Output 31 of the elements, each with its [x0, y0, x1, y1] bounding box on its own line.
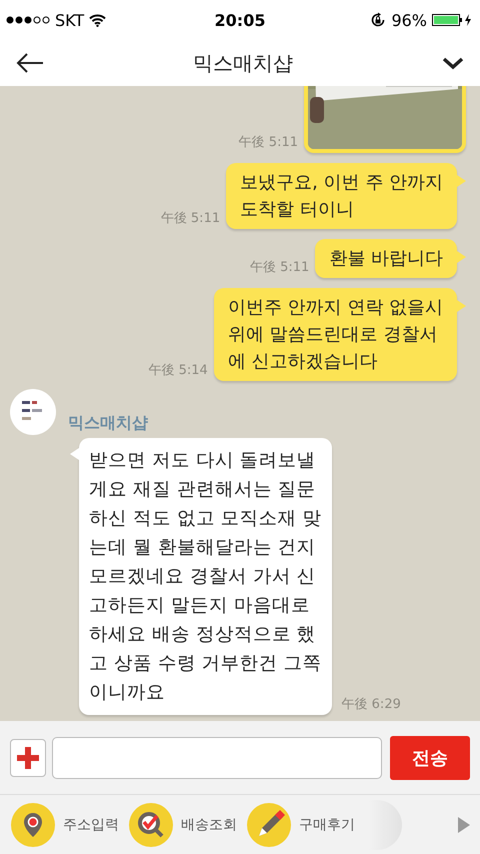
message-time: 午後 5:11: [238, 134, 298, 152]
magnifier-check-icon: [128, 802, 174, 848]
next-button[interactable]: [458, 816, 470, 832]
menu-item[interactable]: 배송조회: [128, 802, 246, 848]
location-pin-icon: [10, 802, 56, 848]
rotation-lock-icon: [370, 12, 386, 28]
chat-title: 믹스매치샵: [192, 50, 294, 76]
message-time: 午後 5:14: [148, 362, 208, 380]
plus-icon: [16, 746, 40, 770]
menu-item[interactable]: 주소입력: [10, 802, 128, 848]
clock-time: 20:05: [214, 10, 266, 30]
message-input[interactable]: [52, 736, 382, 778]
triangle-right-icon: [458, 816, 470, 832]
signal-icon: [6, 15, 50, 25]
send-button[interactable]: 전송: [390, 736, 470, 780]
chevron-down-icon: [442, 56, 464, 70]
dropdown-button[interactable]: [442, 56, 464, 70]
wifi-icon: [89, 14, 106, 26]
back-arrow-icon: [16, 53, 44, 73]
sender-name: 믹스매치샵: [68, 413, 148, 434]
battery-percent: 96%: [391, 10, 427, 30]
message-time: 午後 5:11: [250, 259, 310, 277]
message-time: 午後 6:29: [342, 696, 401, 714]
menu-item[interactable]: 구매후기: [246, 802, 364, 848]
shop-avatar-icon[interactable]: [10, 389, 56, 435]
battery-charging-icon: [432, 13, 474, 27]
message-time: 午後 5:11: [160, 210, 220, 228]
carrier-name: SKT: [55, 10, 84, 30]
add-button[interactable]: [10, 738, 46, 776]
pencil-icon: [246, 802, 292, 848]
back-button[interactable]: [16, 53, 44, 73]
